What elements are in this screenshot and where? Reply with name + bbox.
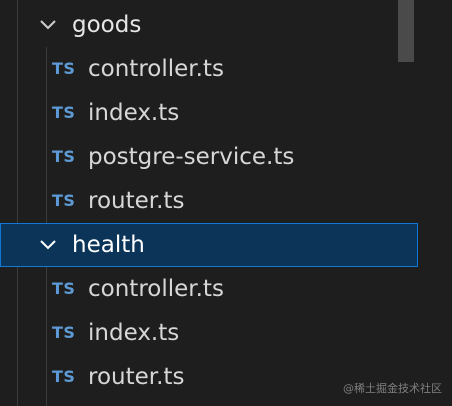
typescript-file-icon: TS xyxy=(52,323,76,342)
file-label: router.ts xyxy=(88,364,185,390)
file-row[interactable]: TS index.ts xyxy=(0,311,418,355)
typescript-file-icon: TS xyxy=(52,147,76,166)
file-row[interactable]: TS controller.ts xyxy=(0,267,418,311)
scrollbar-thumb[interactable] xyxy=(398,0,414,62)
typescript-file-icon: TS xyxy=(52,191,76,210)
typescript-file-icon: TS xyxy=(52,367,76,386)
file-row[interactable]: TS router.ts xyxy=(0,179,418,223)
file-row[interactable]: TS controller.ts xyxy=(0,47,418,91)
typescript-file-icon: TS xyxy=(52,103,76,122)
watermark: @稀土掘金技术社区 xyxy=(343,382,442,395)
file-label: controller.ts xyxy=(88,56,224,82)
file-row[interactable]: TS postgre-service.ts xyxy=(0,135,418,179)
chevron-down-icon[interactable] xyxy=(38,15,58,35)
file-row[interactable]: TS index.ts xyxy=(0,91,418,135)
typescript-file-icon: TS xyxy=(52,279,76,298)
folder-row-health[interactable]: health xyxy=(0,223,418,267)
folder-row-goods[interactable]: goods xyxy=(0,3,418,47)
chevron-down-icon[interactable] xyxy=(38,235,58,255)
file-label: index.ts xyxy=(88,320,180,346)
folder-label: health xyxy=(72,232,145,258)
file-explorer: goods TS controller.ts TS index.ts TS po… xyxy=(0,0,452,406)
file-label: postgre-service.ts xyxy=(88,144,295,170)
panel-gutter xyxy=(418,0,452,406)
typescript-file-icon: TS xyxy=(52,59,76,78)
file-label: index.ts xyxy=(88,100,180,126)
folder-label: goods xyxy=(72,12,142,38)
file-label: controller.ts xyxy=(88,276,224,302)
file-label: router.ts xyxy=(88,188,185,214)
